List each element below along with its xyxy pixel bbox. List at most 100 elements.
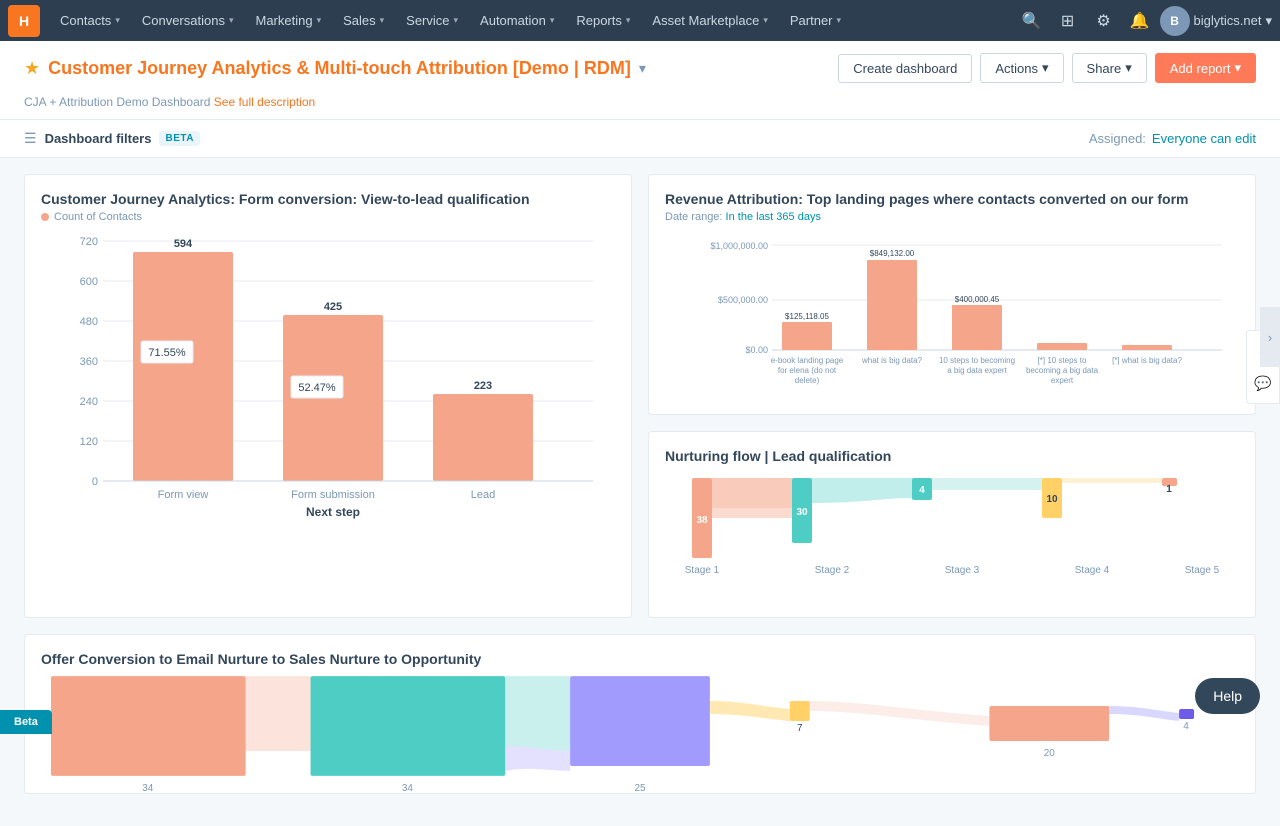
svg-text:0: 0 xyxy=(92,476,98,488)
svg-text:120: 120 xyxy=(80,436,98,448)
svg-text:10 steps to becoming: 10 steps to becoming xyxy=(939,356,1015,365)
revenue-chart-subtitle: Date range: In the last 365 days xyxy=(665,211,1239,223)
nurturing-flow-chart-card: Nurturing flow | Lead qualification Stag… xyxy=(648,431,1256,618)
svg-text:a big data expert: a big data expert xyxy=(947,366,1007,375)
nurturing-flow-svg: Stage 1 38 Stage 2 30 Stage 3 4 xyxy=(665,468,1239,598)
svg-text:34: 34 xyxy=(142,783,154,791)
nav-partner[interactable]: Partner ▾ xyxy=(780,0,851,41)
svg-text:Form view: Form view xyxy=(158,489,209,501)
legend-dot-contacts xyxy=(41,213,49,221)
main-content: Customer Journey Analytics: Form convers… xyxy=(0,158,1280,826)
svg-text:$500,000.00: $500,000.00 xyxy=(718,295,768,305)
svg-text:425: 425 xyxy=(324,301,342,313)
comments-button[interactable]: 💬 xyxy=(1251,371,1275,395)
everyone-can-edit-link[interactable]: Everyone can edit xyxy=(1152,131,1256,146)
filter-icon: ☰ xyxy=(24,130,37,147)
svg-text:71.55%: 71.55% xyxy=(148,347,186,359)
svg-text:delete): delete) xyxy=(795,376,820,385)
create-dashboard-button[interactable]: Create dashboard xyxy=(838,54,972,83)
contacts-caret: ▾ xyxy=(115,15,120,26)
svg-text:594: 594 xyxy=(174,238,193,250)
filter-bar: ☰ Dashboard filters BETA Assigned: Every… xyxy=(0,120,1280,158)
svg-text:$849,132.00: $849,132.00 xyxy=(870,249,915,258)
svg-text:223: 223 xyxy=(474,380,492,392)
nurturing-flow-title: Nurturing flow | Lead qualification xyxy=(665,448,1239,464)
revenue-chart-svg: $1,000,000.00 $500,000.00 $0.00 $125,118… xyxy=(665,235,1239,395)
actions-button[interactable]: Actions ▾ xyxy=(980,53,1063,83)
offer-conversion-chart-card: Offer Conversion to Email Nurture to Sal… xyxy=(24,634,1256,794)
reports-caret: ▾ xyxy=(626,15,631,26)
svg-text:30: 30 xyxy=(796,507,808,518)
nav-sales[interactable]: Sales ▾ xyxy=(333,0,394,41)
svg-text:600: 600 xyxy=(80,276,98,288)
svg-text:[*] what is big data?: [*] what is big data? xyxy=(1112,356,1182,365)
conversations-caret: ▾ xyxy=(229,15,234,26)
revenue-chart-title: Revenue Attribution: Top landing pages w… xyxy=(665,191,1239,207)
sales-caret: ▾ xyxy=(380,15,385,26)
svg-text:480: 480 xyxy=(80,316,98,328)
service-caret: ▾ xyxy=(454,15,459,26)
svg-text:Stage 5: Stage 5 xyxy=(1185,565,1220,576)
nav-conversations[interactable]: Conversations ▾ xyxy=(132,0,244,41)
navigation: H Contacts ▾ Conversations ▾ Marketing ▾… xyxy=(0,0,1280,41)
breadcrumb: CJA + Attribution Demo Dashboard See ful… xyxy=(24,95,1256,119)
automation-caret: ▾ xyxy=(550,15,555,26)
svg-text:52.47%: 52.47% xyxy=(298,382,336,394)
settings-icon-btn[interactable]: ⚙ xyxy=(1088,5,1120,37)
hubspot-logo[interactable]: H xyxy=(8,5,40,37)
page-title: Customer Journey Analytics & Multi-touch… xyxy=(48,58,631,79)
help-button[interactable]: Help xyxy=(1195,678,1260,714)
see-full-description-link[interactable]: See full description xyxy=(214,95,315,109)
marketing-caret: ▾ xyxy=(317,15,322,26)
svg-text:$0.00: $0.00 xyxy=(745,345,768,355)
bar-chart-svg: 720 600 480 360 240 120 0 594 71.55% 425 xyxy=(41,231,615,531)
beta-badge: BETA xyxy=(159,131,199,146)
svg-text:360: 360 xyxy=(80,356,98,368)
svg-text:Stage 3: Stage 3 xyxy=(945,565,980,576)
nav-asset-marketplace[interactable]: Asset Marketplace ▾ xyxy=(642,0,777,41)
svg-text:34: 34 xyxy=(402,783,414,791)
revenue-attribution-chart-card: Revenue Attribution: Top landing pages w… xyxy=(648,174,1256,415)
svg-text:720: 720 xyxy=(80,236,98,248)
nav-marketing[interactable]: Marketing ▾ xyxy=(245,0,331,41)
title-dropdown-caret[interactable]: ▾ xyxy=(639,60,646,77)
marketplace-icon-btn[interactable]: ⊞ xyxy=(1052,5,1084,37)
page-header: ★ Customer Journey Analytics & Multi-tou… xyxy=(0,41,1280,120)
svg-text:20: 20 xyxy=(1044,748,1056,759)
offer-conversion-svg: 34 34 25 7 20 4 xyxy=(41,671,1239,791)
marketplace-caret: ▾ xyxy=(763,15,768,26)
username-display[interactable]: biglytics.net ▾ xyxy=(1194,13,1272,29)
svg-text:7: 7 xyxy=(797,723,803,734)
add-report-button[interactable]: Add report ▾ xyxy=(1155,53,1256,83)
search-button[interactable]: 🔍 xyxy=(1016,5,1048,37)
svg-text:$125,118.05: $125,118.05 xyxy=(785,312,829,321)
share-button[interactable]: Share ▾ xyxy=(1072,53,1147,83)
svg-text:Stage 2: Stage 2 xyxy=(815,565,850,576)
scroll-right-button[interactable]: › xyxy=(1260,307,1280,367)
svg-text:Form submission: Form submission xyxy=(291,489,375,501)
offer-conversion-title: Offer Conversion to Email Nurture to Sal… xyxy=(41,651,1239,667)
svg-text:expert: expert xyxy=(1051,376,1074,385)
svg-text:$400,000.45: $400,000.45 xyxy=(955,295,1000,304)
dashboard-filters-label: Dashboard filters xyxy=(45,131,152,146)
svg-text:25: 25 xyxy=(634,783,646,791)
avatar[interactable]: B xyxy=(1160,6,1190,36)
svg-text:[*] 10 steps to: [*] 10 steps to xyxy=(1038,356,1087,365)
svg-text:Next step: Next step xyxy=(306,505,360,519)
notifications-icon-btn[interactable]: 🔔 xyxy=(1124,5,1156,37)
favorite-star[interactable]: ★ xyxy=(24,58,40,79)
svg-text:1: 1 xyxy=(1166,484,1172,495)
svg-text:4: 4 xyxy=(919,485,925,496)
nav-contacts[interactable]: Contacts ▾ xyxy=(50,0,130,41)
nav-service[interactable]: Service ▾ xyxy=(396,0,468,41)
svg-text:e-book landing page: e-book landing page xyxy=(771,356,844,365)
svg-text:Stage 1: Stage 1 xyxy=(685,565,720,576)
svg-text:Stage 4: Stage 4 xyxy=(1075,565,1110,576)
beta-corner-badge: Beta xyxy=(0,710,52,734)
nav-reports[interactable]: Reports ▾ xyxy=(566,0,640,41)
svg-text:10: 10 xyxy=(1046,494,1058,505)
assigned-label: Assigned: xyxy=(1089,131,1146,146)
partner-caret: ▾ xyxy=(837,15,842,26)
nav-automation[interactable]: Automation ▾ xyxy=(470,0,564,41)
svg-text:38: 38 xyxy=(696,515,708,526)
